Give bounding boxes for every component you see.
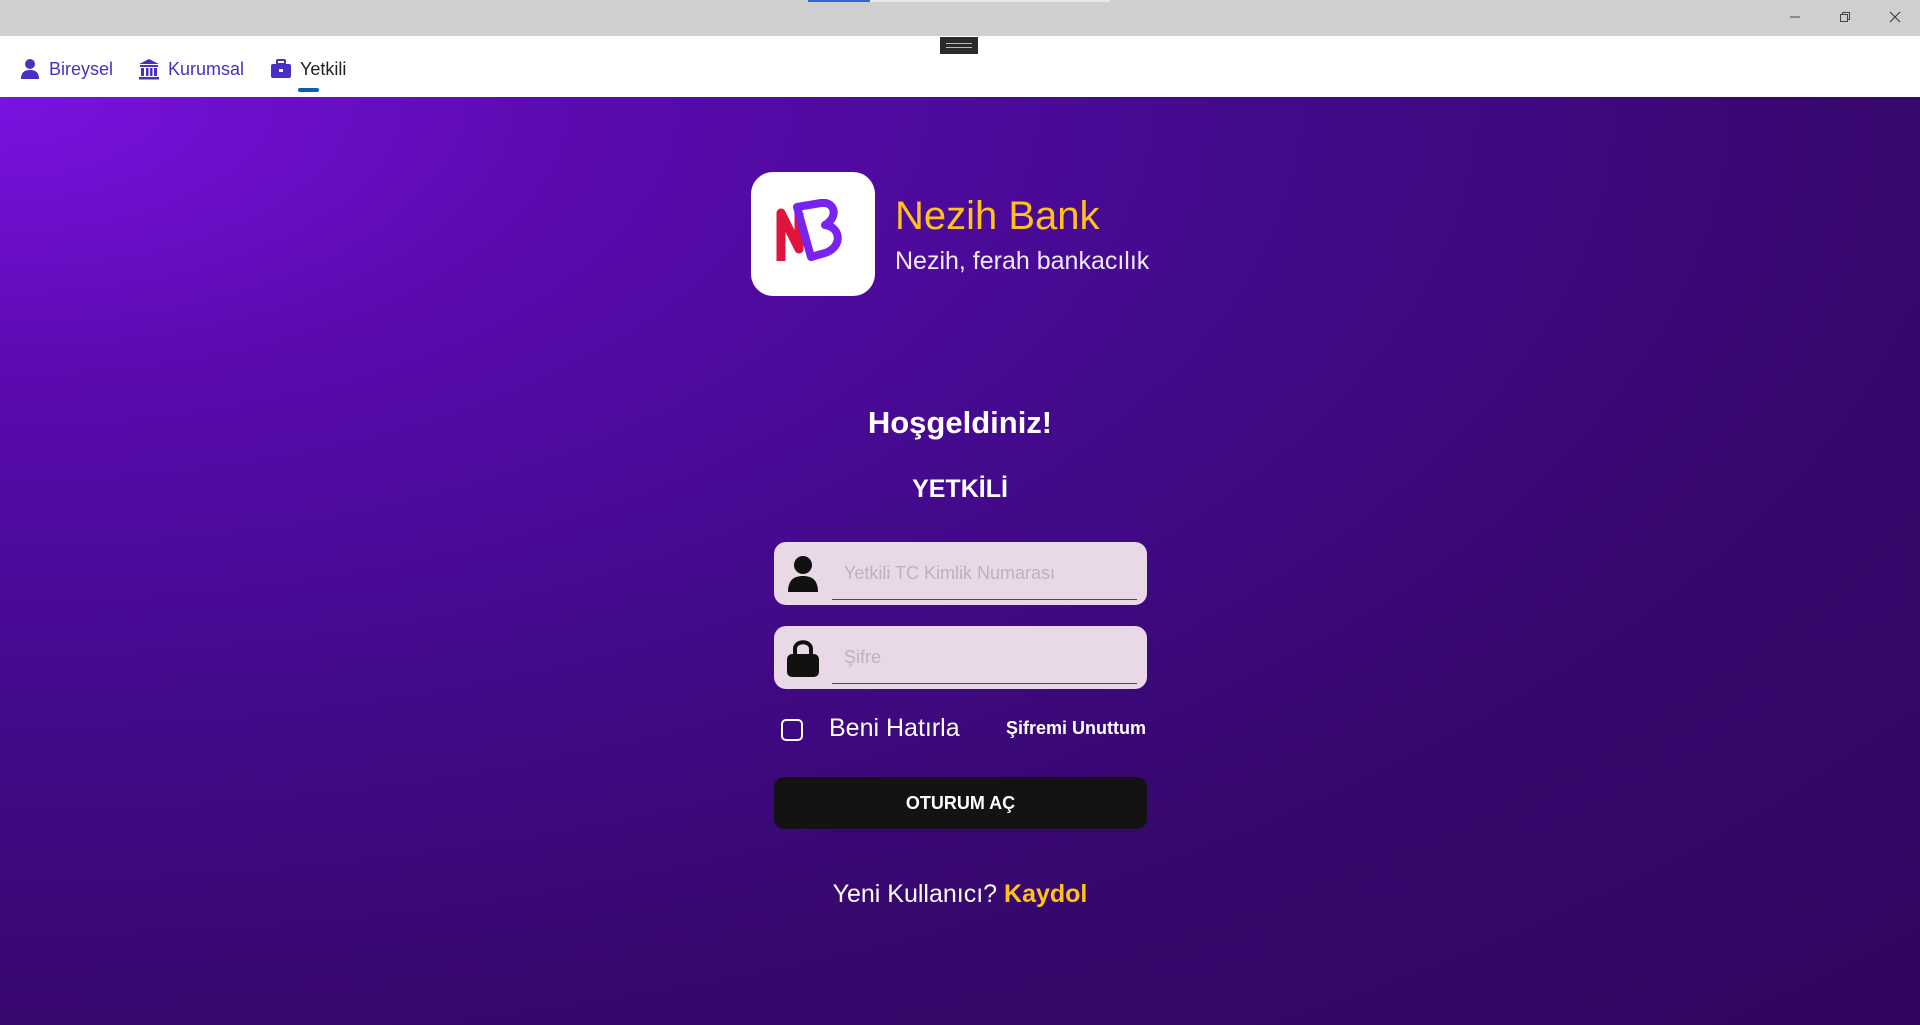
tab-bireysel[interactable]: Bireysel (19, 54, 113, 84)
remember-me-checkbox[interactable] (781, 719, 803, 741)
title-progress-track (870, 0, 1110, 2)
close-button[interactable] (1870, 0, 1920, 34)
role-heading: YETKİLİ (912, 475, 1008, 503)
lock-icon (784, 638, 822, 678)
minimize-icon (1790, 16, 1800, 18)
window-title-bar (0, 0, 1920, 36)
welcome-heading: Hoşgeldiniz! (867, 405, 1053, 440)
password-field-container (774, 626, 1147, 689)
bank-icon (138, 58, 160, 80)
title-progress-accent (808, 0, 870, 2)
person-icon (19, 58, 41, 80)
tab-kurumsal[interactable]: Kurumsal (138, 54, 244, 84)
brand-slogan: Nezih, ferah bankacılık (895, 247, 1150, 275)
signup-row: Yeni Kullanıcı? Kaydol (0, 880, 1920, 909)
remember-me-label: Beni Hatırla (829, 714, 960, 742)
briefcase-icon (270, 58, 292, 80)
minimize-button[interactable] (1770, 0, 1820, 34)
nb-logo-icon (776, 199, 842, 261)
signup-link[interactable]: Kaydol (1004, 880, 1087, 908)
restore-icon (1840, 12, 1850, 22)
person-icon (784, 554, 822, 594)
active-tab-indicator (298, 88, 319, 92)
drag-handle[interactable] (940, 37, 978, 54)
bank-logo (751, 172, 875, 296)
new-user-prompt: Yeni Kullanıcı? (832, 880, 998, 908)
forgot-password-link[interactable]: Şifremi Unuttum (1006, 718, 1146, 739)
restore-button[interactable] (1820, 0, 1870, 34)
tab-yetkili-label: Yetkili (300, 58, 347, 79)
close-icon (1889, 11, 1901, 23)
brand-name: Nezih Bank (895, 194, 1100, 238)
tab-kurumsal-label: Kurumsal (168, 58, 245, 79)
tc-field-container (774, 542, 1147, 605)
password-input[interactable] (832, 631, 1137, 684)
tab-yetkili[interactable]: Yetkili (270, 54, 346, 84)
login-button[interactable]: OTURUM AÇ (774, 777, 1147, 829)
tab-bireysel-label: Bireysel (49, 58, 114, 79)
tc-input[interactable] (832, 547, 1137, 600)
